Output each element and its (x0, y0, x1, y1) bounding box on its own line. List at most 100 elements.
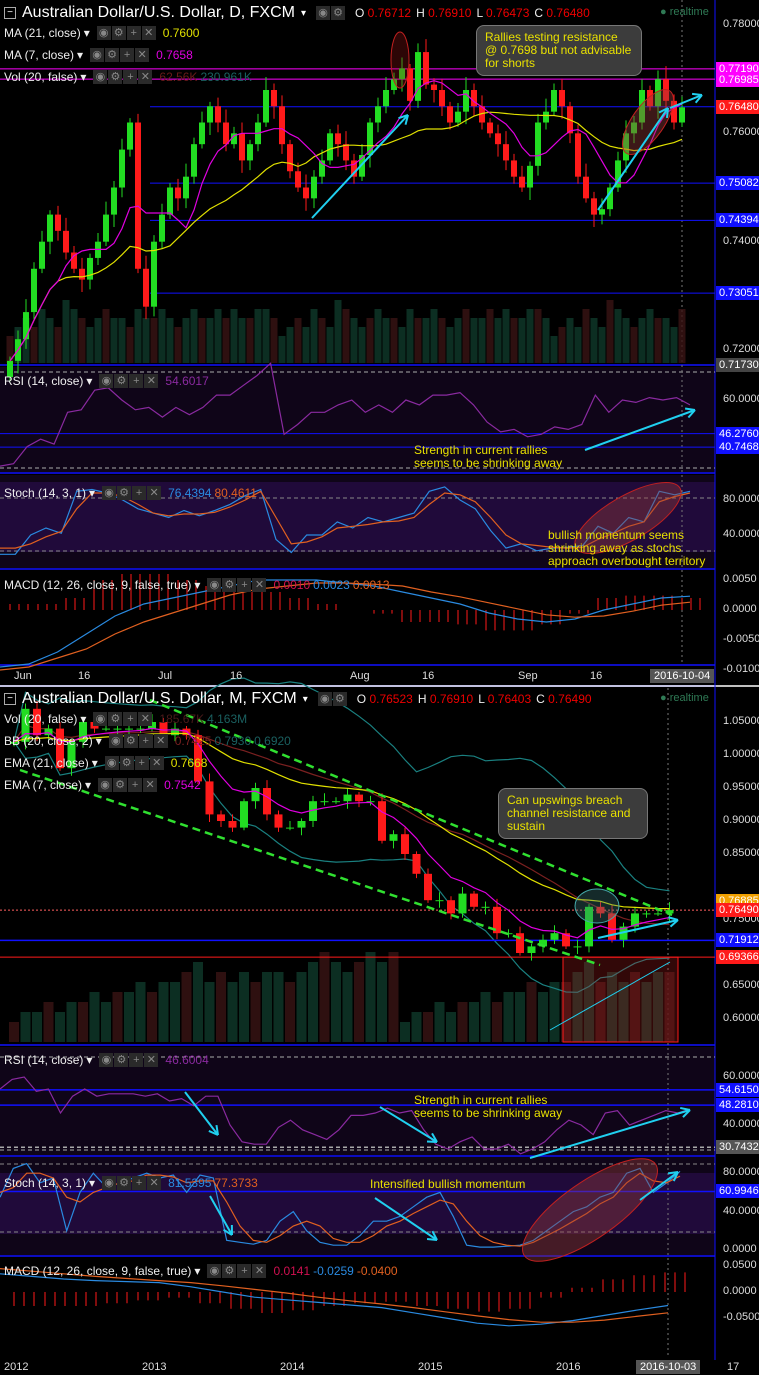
chevron-down-icon[interactable]: ▾ (80, 712, 86, 726)
eye-icon[interactable]: ◉ (96, 26, 111, 40)
eye-icon[interactable]: ◉ (316, 6, 330, 20)
stoch-label[interactable]: Stoch (14, 3, 1) (4, 1176, 86, 1190)
candle (320, 801, 329, 803)
plus-icon[interactable]: + (132, 1176, 147, 1190)
volume-bar (388, 952, 399, 1042)
eye-icon[interactable]: ◉ (102, 1176, 117, 1190)
gear-icon[interactable]: ⚙ (114, 1053, 129, 1067)
volume-bar (227, 982, 238, 1042)
volume-bar (366, 318, 374, 363)
gear-icon[interactable]: ⚙ (117, 1176, 132, 1190)
plus-icon[interactable]: + (237, 1264, 252, 1278)
volume-bar (654, 318, 662, 363)
eye-icon[interactable]: ◉ (108, 734, 123, 748)
close-icon[interactable]: ✕ (149, 756, 164, 770)
close-icon[interactable]: ✕ (153, 734, 168, 748)
plus-icon[interactable]: + (134, 756, 149, 770)
indicator-label[interactable]: Vol (20, false) (4, 712, 77, 726)
eye-icon[interactable]: ◉ (207, 578, 222, 592)
indicator-label[interactable]: MA (7, close) (4, 48, 74, 62)
gear-icon[interactable]: ⚙ (111, 26, 126, 40)
gear-icon[interactable]: ⚙ (114, 374, 129, 388)
eye-icon[interactable]: ◉ (102, 486, 117, 500)
close-icon[interactable]: ✕ (147, 1176, 162, 1190)
stoch-axis-label: 40.0000 (723, 1204, 759, 1217)
eye-icon[interactable]: ◉ (207, 1264, 222, 1278)
candle (599, 209, 605, 215)
close-icon[interactable]: ✕ (147, 486, 162, 500)
candle (327, 133, 333, 161)
gear-icon[interactable]: ⚙ (113, 778, 128, 792)
chevron-down-icon[interactable]: ▾ (77, 48, 83, 62)
eye-icon[interactable]: ◉ (98, 778, 113, 792)
close-icon[interactable]: ✕ (144, 374, 159, 388)
gear-icon[interactable]: ⚙ (222, 578, 237, 592)
daily-symbol-title[interactable]: Australian Dollar/U.S. Dollar, D, FXCM (22, 4, 295, 22)
volume-bar (102, 309, 110, 363)
eye-icon[interactable]: ◉ (104, 756, 119, 770)
close-icon[interactable]: ✕ (252, 1264, 267, 1278)
stoch-label[interactable]: Stoch (14, 3, 1) (4, 486, 86, 500)
stoch-axis-label: 40.0000 (723, 528, 759, 540)
eye-icon[interactable]: ◉ (99, 1053, 114, 1067)
plus-icon[interactable]: + (237, 578, 252, 592)
chevron-down-icon[interactable]: ▾ (301, 8, 306, 19)
chevron-down-icon[interactable]: ▾ (80, 70, 86, 84)
volume-bar (434, 1002, 445, 1042)
candle (297, 821, 306, 828)
indicator-legend: EMA (21, close) ▾ ◉ ⚙ + ✕ 0.7668 (4, 756, 207, 770)
chevron-down-icon[interactable]: ▾ (96, 734, 102, 748)
rsi-label[interactable]: RSI (14, close) (4, 1053, 83, 1067)
plus-icon[interactable]: + (129, 1053, 144, 1067)
close-icon[interactable]: ✕ (138, 712, 153, 726)
close-icon[interactable]: ✕ (252, 578, 267, 592)
gear-icon[interactable]: ⚙ (108, 70, 123, 84)
plus-icon[interactable]: + (126, 26, 141, 40)
gear-icon[interactable]: ⚙ (108, 712, 123, 726)
plus-icon[interactable]: + (128, 778, 143, 792)
gear-icon[interactable]: ⚙ (222, 1264, 237, 1278)
indicator-label[interactable]: EMA (21, close) (4, 756, 89, 770)
chevron-down-icon[interactable]: ▾ (303, 694, 308, 705)
close-icon[interactable]: ✕ (141, 26, 156, 40)
plus-icon[interactable]: + (132, 486, 147, 500)
macd-label[interactable]: MACD (12, 26, close, 9, false, true) (4, 578, 191, 592)
indicator-label[interactable]: MA (21, close) (4, 26, 81, 40)
eye-icon[interactable]: ◉ (90, 48, 105, 62)
chart-canvas[interactable] (0, 0, 759, 1375)
plus-icon[interactable]: + (123, 70, 138, 84)
collapse-icon[interactable]: − (4, 7, 16, 19)
plus-icon[interactable]: + (138, 734, 153, 748)
daily-title-row: − Australian Dollar/U.S. Dollar, D, FXCM… (4, 4, 595, 22)
close-icon[interactable]: ✕ (135, 48, 150, 62)
eye-icon[interactable]: ◉ (93, 712, 108, 726)
volume-bar (206, 318, 214, 363)
eye-icon[interactable]: ◉ (99, 374, 114, 388)
plus-icon[interactable]: + (129, 374, 144, 388)
chevron-down-icon[interactable]: ▾ (85, 778, 91, 792)
gear-icon[interactable]: ⚙ (123, 734, 138, 748)
plus-icon[interactable]: + (123, 712, 138, 726)
monthly-symbol-title[interactable]: Australian Dollar/U.S. Dollar, M, FXCM (22, 690, 297, 708)
gear-icon[interactable]: ⚙ (117, 486, 132, 500)
macd-label[interactable]: MACD (12, 26, close, 9, false, true) (4, 1264, 191, 1278)
gear-icon[interactable]: ⚙ (105, 48, 120, 62)
close-icon[interactable]: ✕ (138, 70, 153, 84)
indicator-label[interactable]: EMA (7, close) (4, 778, 82, 792)
indicator-label[interactable]: Vol (20, false) (4, 70, 77, 84)
eye-icon[interactable]: ◉ (317, 692, 332, 706)
gear-icon[interactable]: ⚙ (119, 756, 134, 770)
close-icon[interactable]: ✕ (143, 778, 158, 792)
volume-bar (150, 318, 158, 363)
indicator-label[interactable]: BB (20, close, 2) (4, 734, 93, 748)
rsi-label[interactable]: RSI (14, close) (4, 374, 83, 388)
chevron-down-icon[interactable]: ▾ (84, 26, 90, 40)
gear-icon[interactable]: ⚙ (331, 6, 345, 20)
collapse-icon[interactable]: − (4, 693, 16, 705)
eye-icon[interactable]: ◉ (93, 70, 108, 84)
gear-icon[interactable]: ⚙ (332, 692, 347, 706)
volume-bar (270, 318, 278, 363)
plus-icon[interactable]: + (120, 48, 135, 62)
close-icon[interactable]: ✕ (144, 1053, 159, 1067)
chevron-down-icon[interactable]: ▾ (92, 756, 98, 770)
